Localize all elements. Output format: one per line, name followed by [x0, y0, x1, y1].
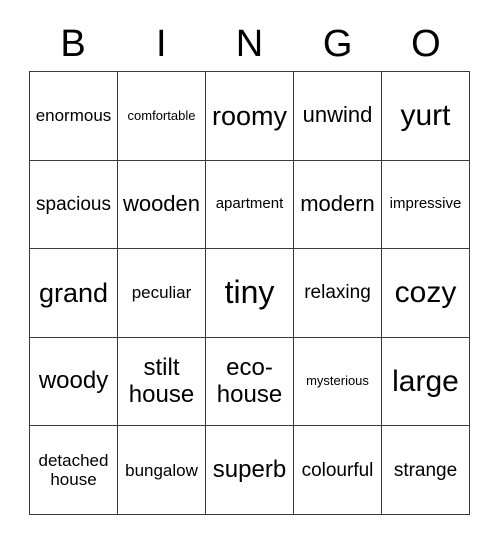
bingo-cell-r3c1[interactable]: grand — [30, 249, 118, 338]
bingo-cell-label: bungalow — [125, 460, 198, 480]
header-letter-n: N — [235, 22, 264, 65]
bingo-cell-label: mysterious — [306, 373, 369, 389]
bingo-cell-r4c3[interactable]: eco-house — [206, 337, 294, 427]
bingo-header-row: B I N G O — [29, 16, 470, 71]
bingo-grid: enormous comfortable roomy unwind yurt spacio… — [29, 71, 470, 515]
bingo-cell-r4c4[interactable]: mysterious — [294, 337, 382, 427]
bingo-cell-label: eco-house — [216, 353, 283, 408]
bingo-cell-label: spacious — [36, 193, 111, 215]
bingo-cell-r2c1[interactable]: spacious — [30, 160, 118, 250]
bingo-cell-label: relaxing — [304, 282, 371, 304]
header-letter-i: I — [156, 22, 167, 65]
bingo-cell-label: comfortable — [127, 107, 196, 123]
bingo-cell-r2c3[interactable]: apartment — [206, 160, 294, 250]
bingo-cell-r4c1[interactable]: woody — [30, 337, 118, 427]
bingo-cell-label: impressive — [389, 194, 462, 212]
bingo-cell-r4c2[interactable]: stilt house — [118, 337, 206, 427]
bingo-cell-label: modern — [300, 191, 375, 217]
bingo-cell-label: apartment — [215, 194, 284, 212]
bingo-cell-r4c5[interactable]: large — [382, 337, 470, 427]
bingo-cell-label: peculiar — [131, 283, 192, 303]
bingo-cell-label: roomy — [211, 100, 287, 131]
bingo-cell-r1c5[interactable]: yurt — [382, 72, 470, 161]
bingo-cell-r2c2[interactable]: wooden — [118, 160, 206, 250]
bingo-cell-r3c3[interactable]: tiny — [206, 249, 294, 338]
bingo-cell-label: unwind — [302, 102, 373, 128]
bingo-cell-label: strange — [393, 459, 458, 481]
bingo-cell-r5c1[interactable]: detached house — [30, 426, 118, 515]
bingo-cell-r2c5[interactable]: impressive — [382, 160, 470, 250]
bingo-cell-label: cozy — [394, 276, 457, 310]
bingo-cell-label: large — [392, 364, 459, 398]
header-letter-o: O — [411, 22, 441, 65]
bingo-cell-r1c1[interactable]: enormous — [30, 72, 118, 161]
bingo-cell-label: detached house — [38, 451, 109, 490]
bingo-cell-r5c3[interactable]: superb — [206, 426, 294, 515]
bingo-cell-r5c5[interactable]: strange — [382, 426, 470, 515]
bingo-cell-label: yurt — [400, 99, 451, 132]
bingo-cell-label: colourful — [301, 459, 374, 481]
bingo-cell-r1c4[interactable]: unwind — [294, 72, 382, 161]
bingo-cell-label: superb — [212, 455, 287, 483]
header-letter-b: B — [60, 22, 86, 65]
bingo-cell-r3c5[interactable]: cozy — [382, 249, 470, 338]
bingo-cell-r3c4[interactable]: relaxing — [294, 249, 382, 338]
bingo-cell-label: enormous — [35, 106, 112, 126]
bingo-cell-r1c3[interactable]: roomy — [206, 72, 294, 161]
bingo-cell-label: woody — [38, 367, 109, 395]
bingo-cell-label: stilt house — [128, 353, 195, 408]
bingo-cell-r5c2[interactable]: bungalow — [118, 426, 206, 515]
bingo-cell-label: tiny — [224, 274, 275, 311]
bingo-cell-label: grand — [38, 277, 109, 308]
bingo-card: B I N G O enormous comfortable roomy unwind… — [0, 0, 500, 544]
bingo-cell-r5c4[interactable]: colourful — [294, 426, 382, 515]
bingo-cell-label: wooden — [122, 191, 201, 217]
bingo-cell-r1c2[interactable]: comfortable — [118, 72, 206, 161]
header-letter-g: G — [322, 22, 353, 65]
bingo-cell-r2c4[interactable]: modern — [294, 160, 382, 250]
bingo-cell-r3c2[interactable]: peculiar — [118, 249, 206, 338]
